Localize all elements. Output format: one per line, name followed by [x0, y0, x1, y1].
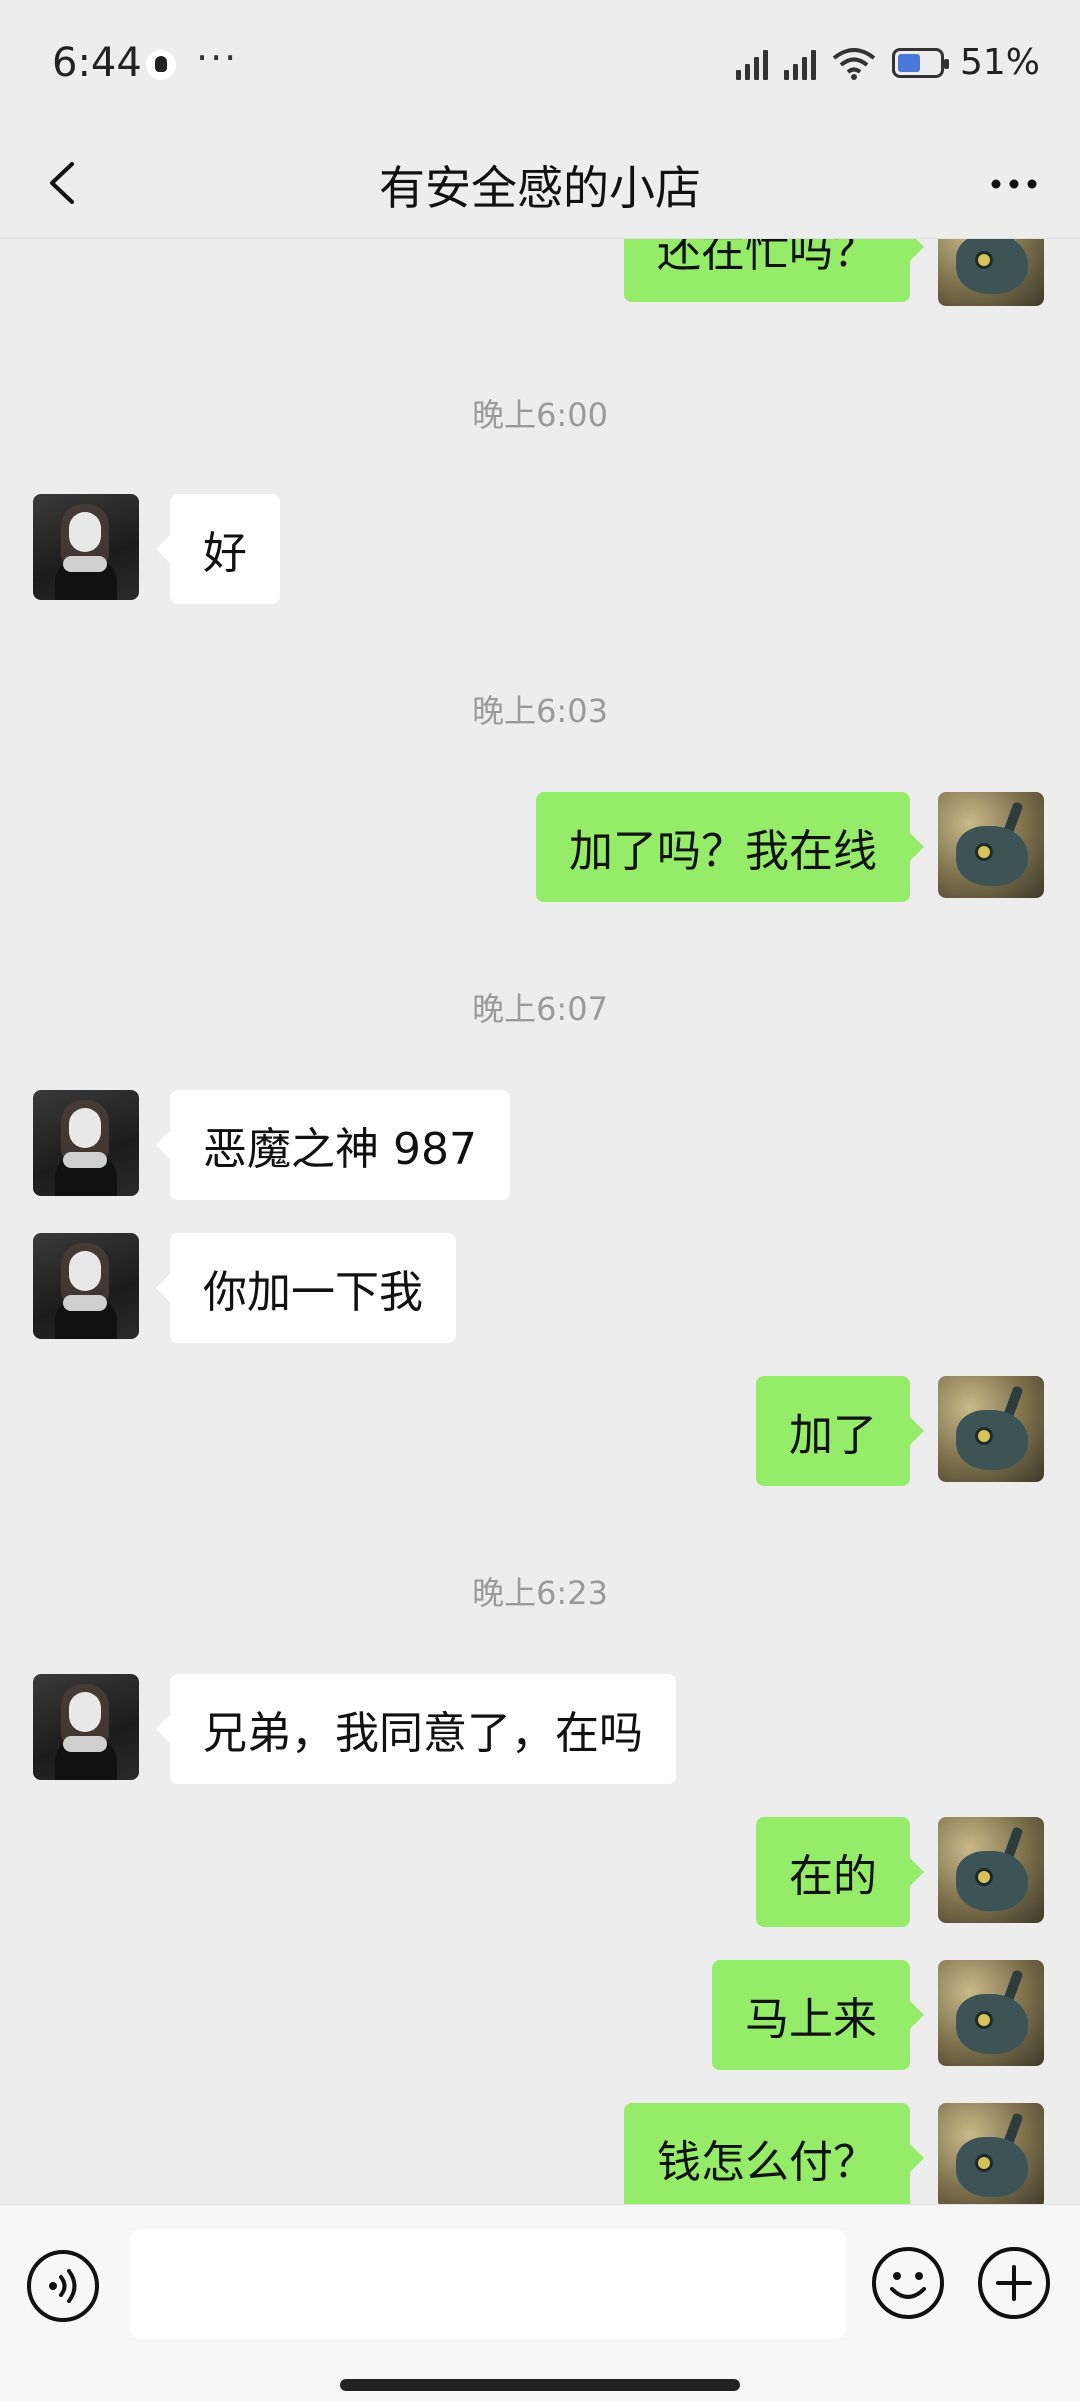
message-bubble-mine[interactable]: 在的 — [756, 1817, 924, 1927]
wifi-icon — [832, 47, 876, 80]
contact-avatar[interactable] — [33, 1233, 139, 1339]
message-bubble-mine[interactable]: 加了 — [756, 1376, 924, 1486]
battery-percent: 51% — [959, 42, 1040, 83]
message-bubble-contact[interactable]: 兄弟，我同意了，在吗 — [156, 1674, 676, 1784]
message-bubble-contact[interactable]: 你加一下我 — [156, 1233, 456, 1343]
status-bar: 6:44 ··· 51% — [0, 0, 1080, 130]
message-timestamp: 晚上6:00 — [472, 396, 608, 434]
emoji-icon[interactable] — [870, 2245, 946, 2321]
message-bubble-contact[interactable]: 恶魔之神 987 — [156, 1090, 510, 1200]
input-bar — [0, 2204, 1080, 2401]
contact-avatar[interactable] — [33, 494, 139, 600]
my-avatar[interactable] — [938, 1376, 1044, 1482]
more-notifications-indicator: ··· — [196, 36, 239, 80]
message-bubble-mine[interactable]: 马上来 — [712, 1960, 924, 2070]
message-bubble-mine[interactable]: 加了吗？我在线 — [536, 792, 924, 902]
message-bubble-mine[interactable]: 还在忙吗？ — [624, 238, 924, 302]
status-time: 6:44 — [52, 40, 142, 86]
signal-icon — [783, 46, 816, 80]
signal-icon — [735, 46, 768, 80]
message-bubble-mine[interactable]: 钱怎么付？ — [624, 2103, 924, 2204]
my-avatar[interactable] — [938, 792, 1044, 898]
my-avatar[interactable] — [938, 1817, 1044, 1923]
my-avatar[interactable] — [938, 1960, 1044, 2066]
qq-notification-icon — [146, 50, 176, 80]
voice-input-icon[interactable] — [26, 2249, 100, 2323]
message-bubble-contact[interactable]: 好 — [156, 494, 280, 604]
message-list[interactable]: 还在忙吗？ 晚上6:00 好 晚上6:03 加了吗？我在线 晚上6:07 恶魔之… — [0, 238, 1080, 2204]
chat-title: 有安全感的小店 — [379, 161, 701, 215]
contact-avatar[interactable] — [33, 1090, 139, 1196]
more-options-button[interactable] — [986, 156, 1042, 212]
plus-icon[interactable] — [976, 2245, 1052, 2321]
message-timestamp: 晚上6:03 — [472, 692, 608, 730]
battery-icon — [891, 47, 949, 78]
contact-avatar[interactable] — [33, 1674, 139, 1780]
chat-header: 有安全感的小店 — [0, 130, 1080, 239]
my-avatar[interactable] — [938, 2103, 1044, 2204]
message-input[interactable] — [130, 2229, 846, 2339]
message-timestamp: 晚上6:23 — [472, 1574, 608, 1612]
home-indicator[interactable] — [340, 2379, 740, 2391]
message-timestamp: 晚上6:07 — [472, 990, 608, 1028]
my-avatar[interactable] — [938, 238, 1044, 306]
